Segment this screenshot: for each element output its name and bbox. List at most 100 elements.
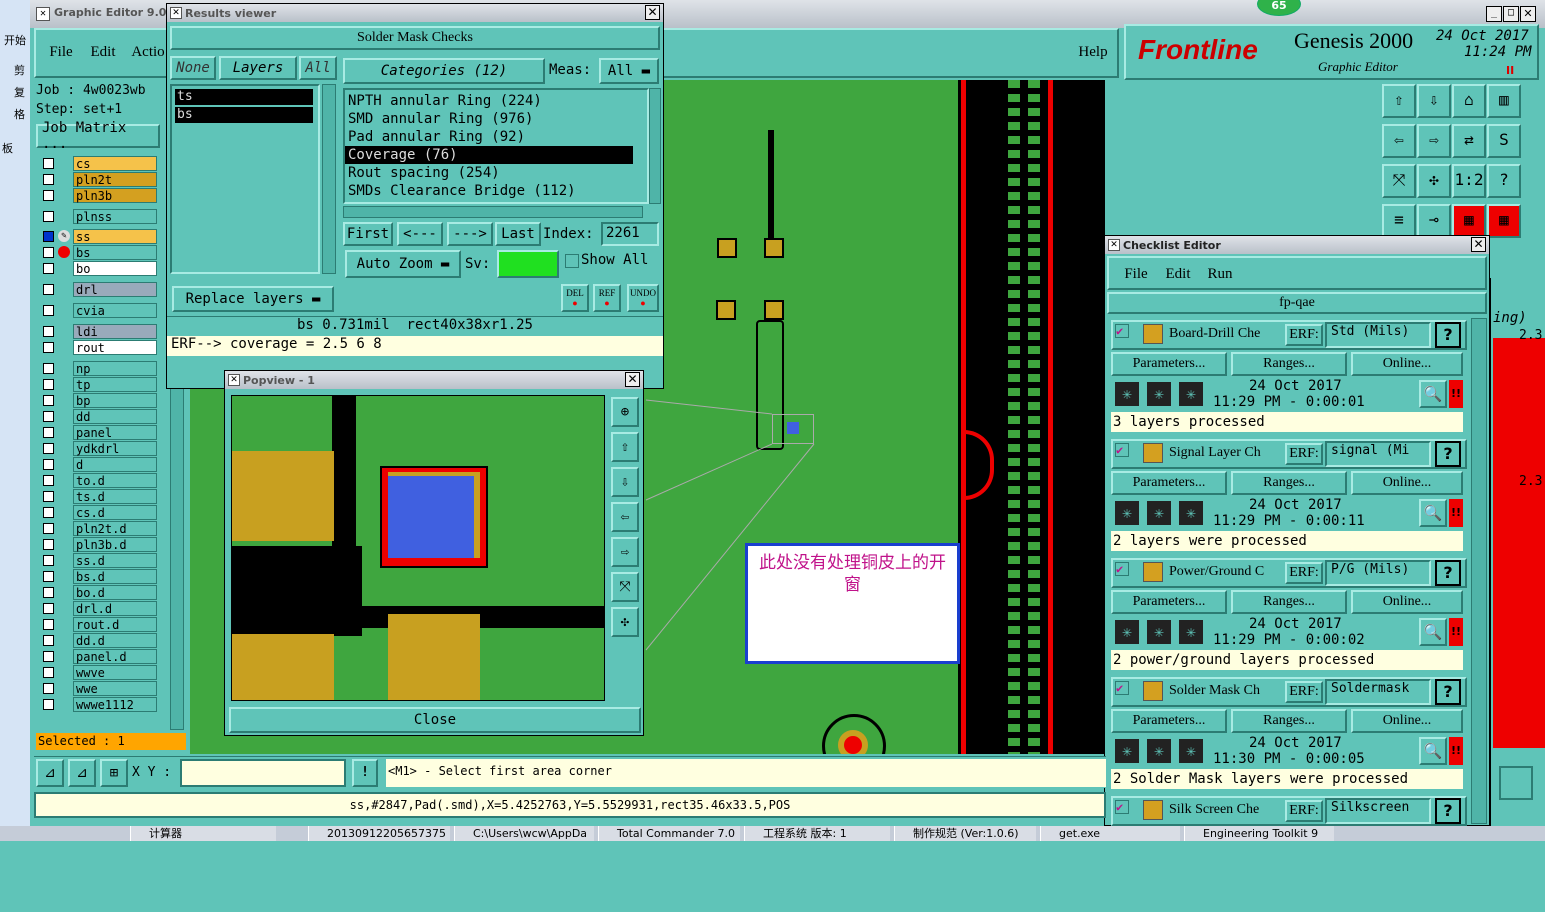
layer-checkbox[interactable]	[43, 587, 54, 598]
checklist-menu-edit[interactable]: Edit	[1163, 264, 1193, 284]
checklist-menu-file[interactable]: File	[1121, 264, 1151, 284]
layer-row-panel[interactable]: panel	[40, 425, 157, 440]
layer-checkbox[interactable]	[43, 158, 54, 169]
next-button[interactable]: --->	[447, 222, 493, 246]
panel-icon[interactable]: ▥	[1487, 84, 1521, 118]
result-layer-bs[interactable]: bs	[175, 107, 313, 123]
settings-icon[interactable]: ≡	[1382, 204, 1416, 238]
layer-checkbox[interactable]	[43, 603, 54, 614]
category-item[interactable]: Rout spacing (254)	[345, 164, 647, 182]
layer-checkbox[interactable]	[43, 342, 54, 353]
layer-row-cs[interactable]: cs	[40, 156, 157, 171]
bg-window-icon[interactable]	[1499, 766, 1533, 800]
undo-button[interactable]: UNDO ●	[627, 284, 659, 312]
check-view-icon[interactable]: 🔍	[1419, 618, 1447, 646]
check-ranges-button[interactable]: Ranges...	[1231, 590, 1347, 614]
check-ranges-button[interactable]: Ranges...	[1231, 471, 1347, 495]
layer-checkbox[interactable]	[43, 395, 54, 406]
pv-down-icon[interactable]: ⇩	[611, 467, 639, 497]
taskbar-item[interactable]: 制作规范 (Ver:1.0.6)	[894, 826, 1036, 841]
auto-zoom-select[interactable]: Auto Zoom ▬	[345, 250, 461, 278]
layer-row-bs-d[interactable]: bs.d	[40, 569, 157, 584]
layer-checkbox[interactable]	[43, 651, 54, 662]
layer-row-to-d[interactable]: to.d	[40, 473, 157, 488]
right-icon[interactable]: ⇨	[1417, 124, 1451, 158]
layer-checkbox[interactable]	[43, 231, 54, 242]
layer-row-tp[interactable]: tp	[40, 377, 157, 392]
results-close-icon[interactable]: ✕	[645, 5, 660, 20]
layer-row-wwwe1112[interactable]: wwwe1112	[40, 697, 157, 712]
layer-checkbox[interactable]	[43, 174, 54, 185]
prev-button[interactable]: <---	[397, 222, 443, 246]
layer-checkbox[interactable]	[43, 443, 54, 454]
swap-icon[interactable]: ⇄	[1452, 124, 1486, 158]
flip-icon[interactable]: S	[1487, 124, 1521, 158]
show-all-checkbox[interactable]	[565, 254, 579, 268]
close-button[interactable]: ✕	[1520, 6, 1536, 22]
layer-row-drl-d[interactable]: drl.d	[40, 601, 157, 616]
taskbar-item[interactable]: get.exe	[1040, 826, 1180, 841]
popview-canvas[interactable]	[231, 395, 605, 701]
tool-icon-1[interactable]: ⊿	[36, 759, 64, 787]
check-online-button[interactable]: Online...	[1351, 709, 1463, 733]
layer-checkbox[interactable]	[43, 379, 54, 390]
check-help-button[interactable]: ?	[1435, 679, 1461, 705]
check-run-all-icon[interactable]: ✳	[1145, 618, 1173, 646]
left-icon[interactable]: ⇦	[1382, 124, 1416, 158]
check-run-icon[interactable]: ✳	[1113, 380, 1141, 408]
office-tab-format[interactable]: 格	[14, 106, 25, 122]
first-button[interactable]: First	[343, 222, 393, 246]
ratio-icon[interactable]: 1:2	[1452, 164, 1486, 198]
meas-select[interactable]: All ▬	[599, 58, 659, 84]
checklist-menu-run[interactable]: Run	[1205, 264, 1235, 284]
layer-checkbox[interactable]	[43, 619, 54, 630]
checklist-close-icon[interactable]: ✕	[1471, 237, 1486, 252]
layer-red-icon[interactable]: ▦	[1452, 204, 1486, 238]
taskbar-item[interactable]: 工程系统 版本: 1	[744, 826, 890, 841]
category-item[interactable]: Coverage (76)	[345, 146, 633, 164]
pv-up-icon[interactable]: ⇧	[611, 432, 639, 462]
check-parameters-button[interactable]: Parameters...	[1111, 352, 1227, 376]
check-erf-value[interactable]: Std (Mils)	[1325, 322, 1431, 348]
layer-scrollbar[interactable]	[322, 84, 336, 274]
taskbar-item[interactable]: C:\Users\wcw\AppDa	[454, 826, 594, 841]
layer-row-cvia[interactable]: cvia	[40, 303, 157, 318]
check-enable-checkbox[interactable]: ✔	[1115, 800, 1129, 814]
pv-right-icon[interactable]: ⇨	[611, 537, 639, 567]
layer-checkbox[interactable]	[43, 683, 54, 694]
layer-checkbox[interactable]	[43, 190, 54, 201]
home-icon[interactable]: ⌂	[1452, 84, 1486, 118]
check-run-red-icon[interactable]: ✳	[1177, 380, 1205, 408]
checklist-scrollbar[interactable]	[1471, 318, 1487, 824]
check-parameters-button[interactable]: Parameters...	[1111, 590, 1227, 614]
layer-row-bs[interactable]: bs	[40, 245, 157, 260]
office-tab-board[interactable]: 板	[2, 140, 13, 156]
query-icon[interactable]: ?	[1487, 164, 1521, 198]
category-item[interactable]: NPTH annular Ring (224)	[345, 92, 647, 110]
category-hscrollbar[interactable]	[343, 206, 643, 218]
tool-icon-3[interactable]: ⊞	[100, 759, 128, 787]
zoom-icon[interactable]: ✣	[1417, 164, 1451, 198]
check-help-button[interactable]: ?	[1435, 798, 1461, 824]
check-erf-value[interactable]: signal (Mi	[1325, 441, 1431, 467]
check-enable-checkbox[interactable]: ✔	[1115, 562, 1129, 576]
layer-checkbox[interactable]	[43, 523, 54, 534]
layers-none-button[interactable]: None	[170, 56, 216, 80]
down-arrow-icon[interactable]: ⇩	[1417, 84, 1451, 118]
layer-row-rout[interactable]: rout	[40, 340, 157, 355]
menu-edit[interactable]: Edit	[88, 42, 118, 62]
layer-row-pln2t-d[interactable]: pln2t.d	[40, 521, 157, 536]
layer-row-np[interactable]: np	[40, 361, 157, 376]
check-run-all-icon[interactable]: ✳	[1145, 499, 1173, 527]
check-ranges-button[interactable]: Ranges...	[1231, 352, 1347, 376]
check-run-icon[interactable]: ✳	[1113, 499, 1141, 527]
layer-row-d[interactable]: d	[40, 457, 157, 472]
layer-row-bo[interactable]: bo	[40, 261, 157, 276]
index-input[interactable]: 2261	[601, 222, 659, 246]
layers-button[interactable]: Layers	[219, 56, 297, 80]
check-online-button[interactable]: Online...	[1351, 352, 1463, 376]
layer-row-pln3b-d[interactable]: pln3b.d	[40, 537, 157, 552]
sv-color-select[interactable]	[497, 250, 559, 278]
categories-button[interactable]: Categories (12)	[343, 58, 545, 84]
layer-row-pln2t[interactable]: pln2t	[40, 172, 157, 187]
